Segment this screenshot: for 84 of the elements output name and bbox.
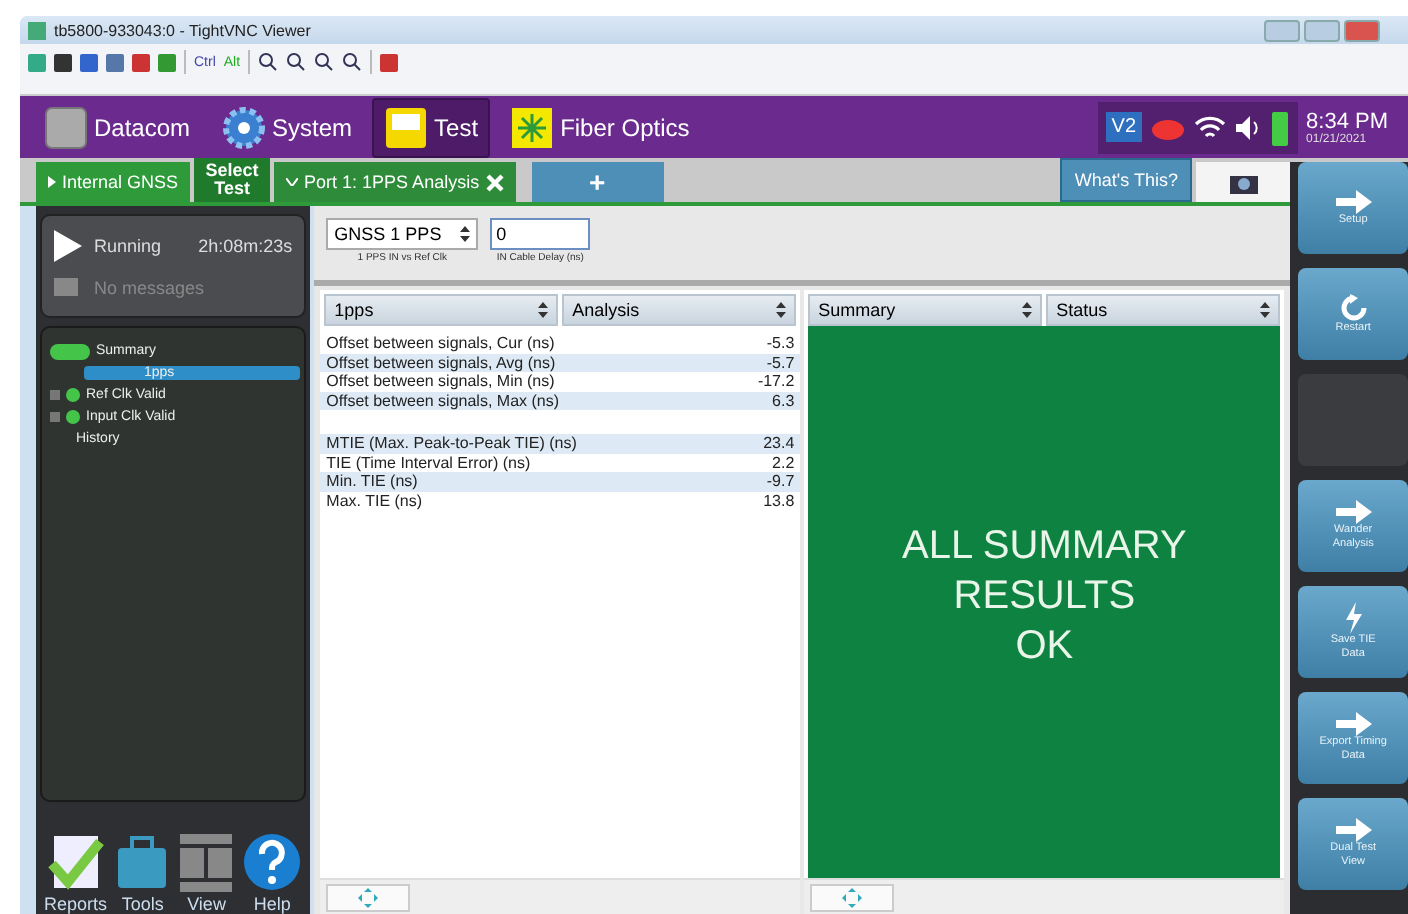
checklist-icon: [47, 832, 104, 892]
scroll-handle[interactable]: [326, 883, 411, 911]
metric-value: 6.3: [772, 391, 795, 410]
sort-arrows-icon: [776, 302, 787, 318]
window-title: tb5800-933043:0 - TightVNC Viewer: [54, 21, 311, 39]
metric-label: Max. TIE (ns): [326, 491, 423, 510]
sort-arrows-icon: [460, 226, 471, 242]
select-test-tab[interactable]: Select Test: [194, 158, 271, 202]
menu-button[interactable]: View: [178, 832, 235, 914]
messages-status: No messages: [94, 277, 207, 297]
add-tab-button[interactable]: +: [531, 162, 664, 202]
close-icon[interactable]: [485, 173, 504, 191]
metric-value: -17.2: [757, 372, 795, 391]
nav-tab[interactable]: Fiber Optics: [498, 97, 702, 157]
menu-button[interactable]: Tools: [114, 832, 171, 914]
help-icon: [242, 832, 303, 892]
layout-icon: [178, 832, 235, 892]
clock-time: 8:34 PM: [1306, 109, 1388, 133]
close-button[interactable]: [1344, 19, 1380, 41]
metric-value: 2.2: [772, 453, 795, 472]
summary-message: OK: [1015, 622, 1074, 672]
toolbox-icon: [114, 832, 171, 892]
battery-icon: [1270, 107, 1291, 147]
nav-tab[interactable]: System: [210, 97, 365, 157]
metric-label: Offset between signals, Max (ns): [326, 391, 560, 410]
cable-delay-field[interactable]: 0: [490, 218, 591, 250]
column-select[interactable]: Summary: [808, 294, 1043, 326]
version-badge: V2: [1105, 112, 1143, 142]
metric-label: Offset between signals, Min (ns): [326, 372, 555, 391]
arrow-icon: [1335, 500, 1372, 524]
metric-value: -5.7: [766, 353, 795, 372]
summary-message: ALL SUMMARY: [902, 522, 1187, 572]
camera-button[interactable]: [1196, 162, 1292, 202]
arrow-icon: [1335, 712, 1372, 736]
metric-value: 23.4: [763, 434, 795, 453]
nav-tab[interactable]: Datacom: [32, 97, 203, 157]
caret-icon: [48, 176, 56, 188]
camera-icon: [1228, 170, 1260, 194]
metric-label: Offset between signals, Cur (ns): [326, 334, 555, 353]
speaker-icon: [1234, 113, 1263, 141]
source-select[interactable]: GNSS 1 PPS: [326, 218, 479, 250]
metric-value: -5.3: [766, 334, 795, 353]
metric-value: 13.8: [763, 491, 795, 510]
chevron-icon: [286, 178, 299, 186]
zoom-icon[interactable]: [314, 52, 335, 72]
tab[interactable]: Port 1: 1PPS Analysis: [274, 162, 516, 202]
column-select[interactable]: Status: [1046, 294, 1281, 326]
arrow-icon: [1335, 818, 1372, 842]
metric-label: TIE (Time Interval Error) (ns): [326, 453, 531, 472]
whats-this-button[interactable]: What's This?: [1060, 158, 1192, 202]
arrow-icon: [1335, 189, 1372, 213]
metric-value: -9.7: [766, 472, 795, 491]
tab[interactable]: Internal GNSS: [36, 162, 191, 202]
device-icon: [44, 105, 88, 149]
menu-button[interactable]: Help: [242, 832, 303, 914]
gear-icon: [222, 105, 267, 149]
status-dot-icon: [66, 410, 80, 424]
app-icon: [28, 21, 46, 39]
sort-arrows-icon: [1260, 302, 1271, 318]
metric-label: Offset between signals, Avg (ns): [326, 353, 556, 372]
wifi-icon: [1194, 113, 1227, 141]
metric-label: Min. TIE (ns): [326, 472, 418, 491]
cloud-icon: [1150, 115, 1187, 139]
menu-button[interactable]: Reports: [43, 832, 107, 914]
zoom-icon[interactable]: [286, 52, 307, 72]
zoom-icon[interactable]: [258, 52, 279, 72]
play-icon[interactable]: [54, 229, 82, 261]
test-state: Running: [94, 235, 164, 255]
status-pill-icon: [50, 343, 90, 359]
status-dot-icon: [66, 388, 80, 402]
sort-arrows-icon: [538, 302, 549, 318]
laser-icon: [510, 105, 555, 149]
metric-label: MTIE (Max. Peak-to-Peak TIE) (ns): [326, 434, 577, 453]
sort-arrows-icon: [1022, 302, 1033, 318]
column-select[interactable]: Analysis: [562, 294, 797, 326]
nav-tab[interactable]: Test: [372, 97, 491, 157]
restart-icon: [1339, 293, 1368, 321]
zoom-icon[interactable]: [342, 52, 363, 72]
scroll-handle[interactable]: [810, 883, 895, 911]
lightning-icon: [1343, 602, 1364, 634]
column-select[interactable]: 1pps: [324, 294, 559, 326]
meter-icon: [384, 105, 429, 149]
summary-message: RESULTS: [953, 572, 1136, 622]
elapsed-time: 2h:08m:23s: [198, 235, 293, 255]
